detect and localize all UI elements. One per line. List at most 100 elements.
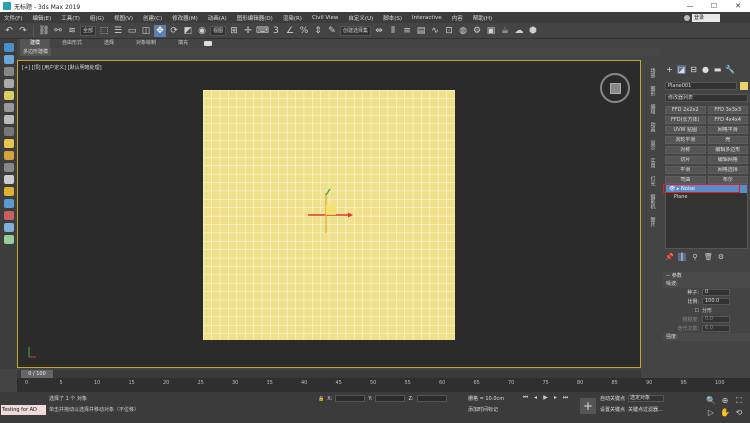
motion-tab-icon[interactable]: ● bbox=[701, 65, 710, 74]
side-tab-9[interactable]: 图片 bbox=[650, 217, 657, 227]
orbit-icon[interactable]: ⟲ bbox=[734, 408, 744, 418]
render-setup-icon[interactable]: ⚙ bbox=[471, 25, 483, 37]
display-tab-icon[interactable]: ▬ bbox=[713, 65, 722, 74]
select-rotate-icon[interactable]: ⟳ bbox=[168, 25, 180, 37]
menu-modifiers[interactable]: 修改器(M) bbox=[172, 14, 198, 22]
configure-sets-icon[interactable]: ⚙ bbox=[717, 253, 725, 261]
particle-icon[interactable] bbox=[3, 151, 14, 160]
z-field[interactable] bbox=[416, 395, 447, 402]
mod-button-15[interactable]: 弯曲 bbox=[665, 176, 706, 184]
seed-spinner[interactable]: 0 bbox=[702, 289, 730, 296]
set-key-icon[interactable]: + bbox=[580, 398, 596, 414]
asset-library-icon[interactable]: ⬢ bbox=[527, 25, 539, 37]
render-frame-icon[interactable]: ▣ bbox=[485, 25, 497, 37]
snaps-toggle-icon[interactable]: 3 bbox=[270, 25, 282, 37]
viewcube[interactable] bbox=[600, 73, 630, 103]
tab-populate[interactable]: 填充 bbox=[168, 39, 198, 48]
curve-editor-icon[interactable]: ∿ bbox=[429, 25, 441, 37]
side-tab-3[interactable]: 编辑 bbox=[650, 104, 657, 114]
key-filters-button[interactable]: 关键点过滤器... bbox=[628, 406, 663, 413]
redo-icon[interactable]: ↷ bbox=[17, 25, 29, 37]
iterations-spinner[interactable]: 6.0 bbox=[702, 325, 730, 332]
layer-icon[interactable] bbox=[3, 235, 14, 244]
mod-button-2[interactable]: FFD 3x3x3 bbox=[707, 106, 748, 114]
side-tab-4[interactable]: 动画 bbox=[650, 122, 657, 132]
mod-button-1[interactable]: FFD 2x2x2 bbox=[665, 106, 706, 114]
time-slider-knob[interactable]: 0 / 100 bbox=[21, 370, 53, 378]
select-by-name-icon[interactable]: ☰ bbox=[112, 25, 124, 37]
fractal-checkbox[interactable]: ☐ bbox=[669, 308, 699, 314]
previous-frame-icon[interactable]: ◂ bbox=[532, 394, 539, 402]
track-bar[interactable]: 0 5 10 15 20 25 30 35 40 45 50 55 60 65 70 75 80 85 90 95 10… bbox=[17, 378, 750, 392]
zoom-all-icon[interactable]: ⊕ bbox=[720, 396, 730, 406]
menu-animation[interactable]: 动画(A) bbox=[208, 14, 227, 22]
mod-button-11[interactable]: 切片 bbox=[665, 156, 706, 164]
menu-tools[interactable]: 工具(T) bbox=[61, 14, 80, 22]
layer-explorer-icon[interactable]: ≡ bbox=[401, 25, 413, 37]
toggle-ribbon-icon[interactable]: ▤ bbox=[415, 25, 427, 37]
side-tab-5[interactable]: 显示 bbox=[650, 140, 657, 150]
mod-button-5[interactable]: UVW 贴图 bbox=[665, 126, 706, 134]
mod-button-16[interactable]: 布尔 bbox=[707, 176, 748, 184]
make-unique-icon[interactable]: ⚲ bbox=[691, 253, 699, 261]
stack-item-plane[interactable]: Plane bbox=[666, 193, 747, 201]
maximize-button[interactable]: ☐ bbox=[702, 0, 726, 12]
render-online-icon[interactable]: ☁ bbox=[513, 25, 525, 37]
menu-rendering[interactable]: 渲染(R) bbox=[283, 14, 302, 22]
menu-civil-view[interactable]: Civil View bbox=[312, 15, 338, 21]
side-tab-2[interactable]: 图形 bbox=[650, 86, 657, 96]
scale-spinner[interactable]: 100.0 bbox=[702, 298, 730, 305]
side-tab-1[interactable]: 场景 bbox=[650, 68, 657, 78]
pin-stack-icon[interactable]: 📌 bbox=[665, 253, 674, 261]
maxscript-listener[interactable]: Testing for AD bbox=[1, 405, 46, 415]
play-icon[interactable]: ▶ bbox=[542, 394, 549, 402]
side-tab-8[interactable]: 摄影机 bbox=[650, 194, 657, 209]
remove-modifier-icon[interactable]: 🗑 bbox=[704, 253, 713, 261]
menu-customize[interactable]: 自定义(U) bbox=[348, 14, 373, 22]
utilities-tab-icon[interactable]: 🔧 bbox=[725, 65, 735, 74]
menu-edit[interactable]: 编辑(E) bbox=[32, 14, 51, 22]
zoom-icon[interactable]: 🔍 bbox=[706, 396, 716, 406]
frozen-icon[interactable] bbox=[3, 211, 14, 220]
select-object-icon[interactable]: ⬚ bbox=[98, 25, 110, 37]
selection-filter-dropdown[interactable]: 全部 bbox=[80, 25, 97, 36]
next-frame-icon[interactable]: ▸ bbox=[552, 394, 559, 402]
edit-named-selection-icon[interactable]: ✎ bbox=[326, 25, 338, 37]
field-of-view-icon[interactable]: ▷ bbox=[706, 408, 716, 418]
object-color-swatch[interactable] bbox=[740, 82, 748, 90]
angle-snap-icon[interactable]: ∠ bbox=[284, 25, 296, 37]
filter-icon[interactable] bbox=[3, 79, 14, 88]
rect-selection-icon[interactable]: ▭ bbox=[126, 25, 138, 37]
modify-tab-icon[interactable]: ◪ bbox=[677, 65, 686, 74]
mod-button-9[interactable]: 对称 bbox=[665, 146, 706, 154]
shape-icon[interactable] bbox=[3, 127, 14, 136]
select-scale-icon[interactable]: ◩ bbox=[182, 25, 194, 37]
tab-object-paint[interactable]: 对象绘制 bbox=[126, 39, 166, 48]
ribbon-toggle[interactable] bbox=[204, 41, 213, 46]
show-end-result-icon[interactable]: ┃ bbox=[678, 253, 686, 261]
geometry-icon[interactable] bbox=[3, 139, 14, 148]
group-icon[interactable] bbox=[3, 187, 14, 196]
close-button[interactable]: ✕ bbox=[726, 0, 750, 12]
y-field[interactable] bbox=[375, 395, 406, 402]
viewport-top[interactable]: [+] [顶] [用户定义] [默认明暗处理] bbox=[17, 60, 641, 368]
bone-icon[interactable] bbox=[3, 163, 14, 172]
set-key-button[interactable]: 设置关键点 bbox=[600, 406, 625, 413]
mod-button-4[interactable]: FFD 4x4x4 bbox=[707, 116, 748, 124]
pivot-center-icon[interactable]: ⊞ bbox=[228, 25, 240, 37]
menu-scripting[interactable]: 脚本(S) bbox=[383, 14, 402, 22]
auto-key-button[interactable]: 自动关键点 bbox=[600, 395, 625, 402]
mod-button-12[interactable]: 编辑网格 bbox=[707, 156, 748, 164]
selection-set-dropdown[interactable]: 选定对象 bbox=[628, 395, 665, 402]
minimize-button[interactable]: — bbox=[678, 0, 702, 12]
hierarchy-tab-icon[interactable]: ⊟ bbox=[689, 65, 698, 74]
render-icon[interactable]: ☕ bbox=[499, 25, 511, 37]
manipulate-icon[interactable]: ✛ bbox=[242, 25, 254, 37]
zoom-extents-icon[interactable]: ⛶ bbox=[734, 396, 744, 406]
tab-selection[interactable]: 选择 bbox=[94, 39, 124, 48]
pan-icon[interactable]: ✋ bbox=[720, 408, 730, 418]
x-field[interactable] bbox=[335, 395, 366, 402]
helper-icon[interactable] bbox=[3, 115, 14, 124]
object-name-field[interactable]: Plane001 bbox=[665, 82, 737, 90]
display-none-icon[interactable] bbox=[3, 67, 14, 76]
